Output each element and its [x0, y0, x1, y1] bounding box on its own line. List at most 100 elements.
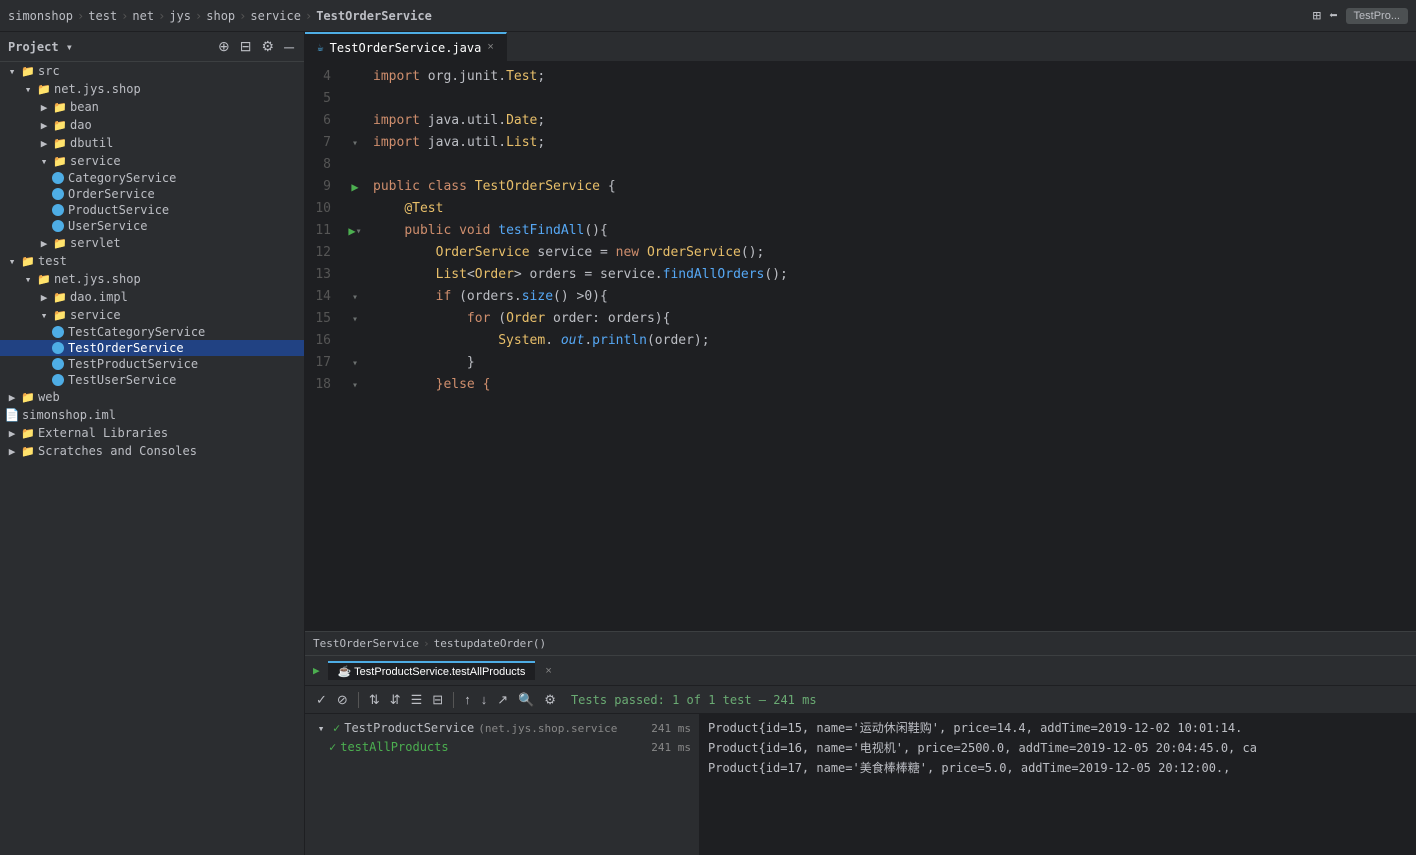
pass-icon: ✓	[333, 721, 340, 735]
sidebar-item-testorderservice[interactable]: TestOrderService	[0, 340, 304, 356]
chevron-right-icon: ▶	[36, 117, 52, 133]
fold-icon[interactable]: ▾	[356, 226, 362, 237]
sidebar-item-label: UserService	[64, 219, 147, 233]
java-test-icon	[52, 358, 64, 370]
code-line: import java.util.List;	[373, 132, 1416, 154]
bottom-tab-testproductservice[interactable]: ☕ TestProductService.testAllProducts	[328, 661, 536, 680]
sidebar-item-label: service	[68, 308, 121, 322]
stop-button[interactable]: ⊘	[334, 692, 351, 708]
fold-icon[interactable]: ▾	[352, 380, 358, 391]
sidebar-item-simonshop-iml[interactable]: 📄 simonshop.iml	[0, 406, 304, 424]
sidebar-item-src[interactable]: ▾ 📁 src	[0, 62, 304, 80]
sidebar-item-testproductservice[interactable]: TestProductService	[0, 356, 304, 372]
folder-icon: 📁	[52, 289, 68, 305]
chevron-right-icon: ▶	[36, 289, 52, 305]
sidebar-item-label: dao.impl	[68, 290, 128, 304]
sidebar-item-label: TestProductService	[64, 357, 198, 371]
code-line: }else {	[373, 374, 1416, 396]
sidebar-item-dao-impl[interactable]: ▶ 📁 dao.impl	[0, 288, 304, 306]
sidebar-item-productservice[interactable]: ProductService	[0, 202, 304, 218]
code-line: public class TestOrderService {	[373, 176, 1416, 198]
tab-testorderservice[interactable]: ☕ TestOrderService.java ×	[305, 32, 507, 61]
sidebar-item-testcategoryservice[interactable]: TestCategoryService	[0, 324, 304, 340]
sidebar-item-label: External Libraries	[36, 426, 168, 440]
sidebar-item-scratches[interactable]: ▶ 📁 Scratches and Consoles	[0, 442, 304, 460]
code-line: public void testFindAll(){	[373, 220, 1416, 242]
fold-icon[interactable]: ▾	[352, 292, 358, 303]
test-item-label: testAllProducts	[340, 740, 448, 754]
tab-close-button[interactable]: ×	[487, 42, 493, 53]
sidebar-item-label: TestCategoryService	[64, 325, 205, 339]
code-line: List<Order> orders = service.findAllOrde…	[373, 264, 1416, 286]
sort-desc-button[interactable]: ⇵	[387, 692, 404, 708]
fold-icon[interactable]: ▾	[352, 138, 358, 149]
settings-icon[interactable]: ⚙	[260, 38, 277, 55]
chevron-right-icon: ▶	[36, 235, 52, 251]
folder-icon: 📁	[20, 443, 36, 459]
sort-asc-button[interactable]: ⇅	[366, 692, 383, 708]
folder-icon: 📁	[52, 99, 68, 115]
sidebar-item-service[interactable]: ▾ 📁 service	[0, 152, 304, 170]
search-button[interactable]: 🔍	[515, 692, 537, 708]
code-line: import org.junit.Test;	[373, 66, 1416, 88]
folder-icon: 📁	[20, 63, 36, 79]
test-tree-item-testallproducts[interactable]: ✓ testAllProducts 241 ms	[305, 738, 699, 756]
test-tree-item-testproductservice[interactable]: ▾ ✓ TestProductService (net.jys.shop.ser…	[305, 718, 699, 738]
test-package: (net.jys.shop.service	[478, 722, 617, 735]
chevron-down-icon: ▾	[313, 720, 329, 736]
title-bar: simonshop › test › net › jys › shop › se…	[0, 0, 1416, 32]
testpro-button[interactable]: TestPro...	[1346, 8, 1408, 24]
java-class-icon	[52, 172, 64, 184]
collapse-icon[interactable]: ⊟	[238, 38, 254, 55]
sidebar-item-categoryservice[interactable]: CategoryService	[0, 170, 304, 186]
fold-icon[interactable]: ▾	[352, 314, 358, 325]
sidebar-item-servlet[interactable]: ▶ 📁 servlet	[0, 234, 304, 252]
locate-icon[interactable]: ⊕	[216, 38, 232, 55]
sidebar-item-testuserservice[interactable]: TestUserService	[0, 372, 304, 388]
down-button[interactable]: ↓	[478, 692, 491, 707]
close-tab-button[interactable]: ×	[539, 665, 551, 677]
minimize-icon[interactable]: ─	[282, 39, 296, 55]
sidebar-item-label: servlet	[68, 236, 121, 250]
sidebar-item-web[interactable]: ▶ 📁 web	[0, 388, 304, 406]
sidebar-item-label: net.jys.shop	[52, 82, 141, 96]
main-layout: Project ▾ ⊕ ⊟ ⚙ ─ ▾ 📁 src ▾ 📁 net.jys.sh…	[0, 32, 1416, 855]
restart-button[interactable]: ✓	[313, 692, 330, 708]
sidebar-item-label: CategoryService	[64, 171, 176, 185]
sidebar-header: Project ▾ ⊕ ⊟ ⚙ ─	[0, 32, 304, 62]
sidebar-item-label: web	[36, 390, 60, 404]
sidebar-title: Project ▾	[8, 40, 216, 54]
run-icon[interactable]: ▶	[348, 224, 355, 238]
test-tab-icon: ☕	[338, 666, 352, 678]
sidebar-item-external-libraries[interactable]: ▶ 📁 External Libraries	[0, 424, 304, 442]
sidebar-item-dao[interactable]: ▶ 📁 dao	[0, 116, 304, 134]
sidebar-item-dbutil[interactable]: ▶ 📁 dbutil	[0, 134, 304, 152]
up-button[interactable]: ↑	[461, 692, 474, 707]
chevron-down-icon: ▾	[20, 81, 36, 97]
sidebar-item-orderservice[interactable]: OrderService	[0, 186, 304, 202]
sidebar-item-net-jys-shop2[interactable]: ▾ 📁 net.jys.shop	[0, 270, 304, 288]
breadcrumb-class: TestOrderService	[313, 637, 419, 650]
editor-area: ☕ TestOrderService.java × 4 5 6 7 8 9 10…	[305, 32, 1416, 855]
bottom-tabs: ▶ ☕ TestProductService.testAllProducts ×	[305, 656, 1416, 686]
code-line: @Test	[373, 198, 1416, 220]
sidebar-item-userservice[interactable]: UserService	[0, 218, 304, 234]
settings-button[interactable]: ⚙	[541, 692, 559, 708]
sidebar-item-net-jys-shop[interactable]: ▾ 📁 net.jys.shop	[0, 80, 304, 98]
sidebar-item-service2[interactable]: ▾ 📁 service	[0, 306, 304, 324]
sidebar-item-bean[interactable]: ▶ 📁 bean	[0, 98, 304, 116]
java-test-icon	[52, 342, 64, 354]
filter-button[interactable]: ⊟	[429, 692, 446, 708]
folder-icon: 📁	[52, 307, 68, 323]
java-test-icon	[52, 374, 64, 386]
code-editor[interactable]: 4 5 6 7 8 9 10 11 12 13 14 15 16 17 18	[305, 62, 1416, 631]
code-line: System. out.println(order);	[373, 330, 1416, 352]
sidebar-item-test[interactable]: ▾ 📁 test	[0, 252, 304, 270]
align-button[interactable]: ☰	[408, 692, 426, 708]
export-button[interactable]: ↗	[494, 692, 511, 708]
java-class-icon	[52, 220, 64, 232]
sidebar-item-label: bean	[68, 100, 99, 114]
output-console: Product{id=15, name='运动休闲鞋购', price=14.4…	[700, 714, 1416, 855]
run-icon[interactable]: ▶	[351, 180, 358, 194]
fold-icon[interactable]: ▾	[352, 358, 358, 369]
